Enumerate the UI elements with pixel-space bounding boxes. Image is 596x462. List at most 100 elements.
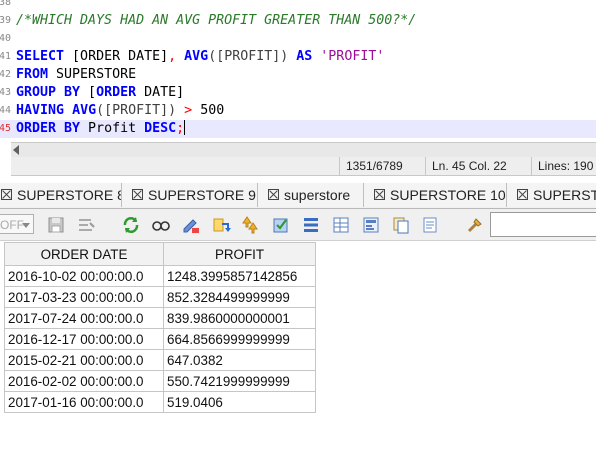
code-text: GROUP BY [ORDER DATE] [16, 84, 184, 102]
code-token: SUPERSTORE [48, 67, 137, 82]
table-row[interactable]: 2016-10-02 00:00:00.0 1248.3995857142856 [4, 265, 316, 287]
code-text: /*WHICH DAYS HAD AN AVG PROFIT GREATER T… [16, 12, 416, 30]
close-tab-icon[interactable] [132, 189, 143, 200]
edit-icon[interactable] [181, 215, 201, 235]
code-token: ORDER [96, 85, 137, 100]
line-number: 44 [0, 105, 11, 116]
table-row[interactable]: 2016-12-17 00:00:00.0 664.8566999999999 [4, 328, 316, 350]
header-row: ORDER DATE PROFIT [4, 242, 316, 266]
cell-order-date[interactable]: 2017-01-16 00:00:00.0 [4, 391, 164, 413]
code-token: ; [176, 121, 185, 136]
export-icon[interactable] [421, 215, 441, 235]
line-number: 38 [0, 0, 11, 8]
line-number: 43 [0, 87, 11, 98]
cell-profit[interactable]: 519.0406 [163, 391, 316, 413]
close-tab-icon[interactable] [517, 189, 528, 200]
close-tab-icon[interactable] [374, 189, 385, 200]
table-row[interactable]: 2017-07-24 00:00:00.0 839.9860000000001 [4, 307, 316, 329]
cell-order-date[interactable]: 2016-10-02 00:00:00.0 [4, 265, 164, 287]
column-header-order-date[interactable]: ORDER DATE [4, 242, 164, 266]
cell-profit[interactable]: 647.0382 [163, 349, 316, 371]
code-token: AS [296, 49, 313, 64]
code-token: ORDER BY [16, 121, 81, 136]
status-lines: Lines: 190 [531, 157, 593, 175]
code-text: ORDER BY Profit DESC; [16, 120, 186, 138]
editor-line[interactable]: 41 SELECT [ORDER DATE], AVG([PROFIT]) AS … [0, 48, 596, 66]
cell-profit[interactable]: 852.3284499999999 [163, 286, 316, 308]
table-row[interactable]: 2016-02-02 00:00:00.0 550.7421999999999 [4, 370, 316, 392]
apply-icon[interactable] [271, 215, 291, 235]
editor-line[interactable]: 45 ORDER BY Profit DESC; [0, 120, 596, 138]
code-token: 'PROFIT' [320, 49, 385, 64]
code-token: FROM [16, 67, 49, 82]
column-header-profit[interactable]: PROFIT [163, 242, 316, 266]
tab-label: SUPERSTORE 9 [148, 187, 256, 203]
editor-line[interactable]: 42 FROM SUPERSTORE [0, 66, 596, 84]
status-position: 1351/6789 [339, 157, 403, 175]
copy-icon[interactable] [391, 215, 411, 235]
scroll-left-arrow-icon[interactable] [13, 145, 19, 155]
cell-profit[interactable]: 664.8566999999999 [163, 328, 316, 350]
find-icon[interactable] [151, 215, 171, 235]
code-token: SELECT [16, 49, 65, 64]
editor-line[interactable]: 44 HAVING AVG([PROFIT]) > 500 [0, 102, 596, 120]
format-icon[interactable] [76, 215, 96, 235]
editor-horizontal-scrollbar[interactable] [11, 142, 596, 158]
form-icon[interactable] [361, 215, 381, 235]
cell-profit[interactable]: 839.9860000000001 [163, 307, 316, 329]
line-number: 42 [0, 69, 11, 80]
editor-gutter [0, 142, 11, 175]
result-tabs: SUPERSTORE 8 SUPERSTORE 9 superstore SUPERS… [0, 183, 596, 209]
editor-line[interactable]: 38 [0, 0, 596, 12]
table-row[interactable]: 2017-01-16 00:00:00.0 519.0406 [4, 391, 316, 413]
cell-order-date[interactable]: 2016-12-17 00:00:00.0 [4, 328, 164, 350]
code-token: GROUP BY [16, 85, 81, 100]
code-token: AVG [72, 103, 97, 118]
code-token: DATE] [136, 85, 185, 100]
tab-label: SUPERSTORE 10 [390, 187, 506, 203]
code-token: HAVING [16, 103, 65, 118]
cell-order-date[interactable]: 2016-02-02 00:00:00.0 [4, 370, 164, 392]
result-tab[interactable]: SUPERSTORE 10 [364, 183, 507, 207]
editor-line[interactable]: 40 [0, 30, 596, 48]
refresh-icon[interactable] [121, 215, 141, 235]
code-token: DESC [144, 121, 177, 136]
cell-order-date[interactable]: 2015-02-21 00:00:00.0 [4, 349, 164, 371]
code-token: 500 [192, 103, 225, 118]
editor-line[interactable]: 39 /*WHICH DAYS HAD AN AVG PROFIT GREATER… [0, 12, 596, 30]
close-tab-icon[interactable] [268, 189, 279, 200]
table-row[interactable]: 2015-02-21 00:00:00.0 647.0382 [4, 349, 316, 371]
list-icon[interactable] [301, 215, 321, 235]
cell-profit[interactable]: 1248.3995857142856 [163, 265, 316, 287]
editor-status-bar: 1351/6789 Ln. 45 Col. 22 Lines: 190 [11, 157, 596, 176]
toolbar-input[interactable] [490, 212, 596, 237]
code-token: [ [80, 85, 97, 100]
code-token: ([PROFIT]) [96, 103, 177, 118]
code-token: Profit [80, 121, 145, 136]
status-line-col: Ln. 45 Col. 22 [425, 157, 507, 175]
save-icon[interactable] [46, 215, 66, 235]
result-tab[interactable]: SUPERSTORE 8 [0, 183, 122, 207]
result-tab[interactable]: superstore [258, 183, 364, 207]
cell-order-date[interactable]: 2017-07-24 00:00:00.0 [4, 307, 164, 329]
line-number: 39 [0, 15, 11, 26]
tools-icon[interactable] [465, 215, 485, 235]
sql-editor[interactable]: 38 39 /*WHICH DAYS HAD AN AVG PROFIT GREAT… [0, 0, 596, 142]
add-row-icon[interactable] [211, 215, 231, 235]
result-grid: ORDER DATE PROFIT 2016-10-02 00:00:00.0 1… [4, 242, 316, 413]
mode-select[interactable]: OFF [0, 214, 34, 234]
editor-line[interactable]: 43 GROUP BY [ORDER DATE] [0, 84, 596, 102]
tab-label: superstore [284, 187, 351, 203]
close-tab-icon[interactable] [1, 189, 12, 200]
cell-order-date[interactable]: 2017-03-23 00:00:00.0 [4, 286, 164, 308]
result-tab[interactable]: SUPERSTO [507, 183, 596, 207]
grid-icon[interactable] [331, 215, 351, 235]
insert-icon[interactable] [240, 215, 260, 235]
cell-profit[interactable]: 550.7421999999999 [163, 370, 316, 392]
results-toolbar: OFF [0, 209, 596, 241]
result-tab[interactable]: SUPERSTORE 9 [122, 183, 258, 207]
table-row[interactable]: 2017-03-23 00:00:00.0 852.3284499999999 [4, 286, 316, 308]
chevron-down-icon [22, 223, 30, 228]
